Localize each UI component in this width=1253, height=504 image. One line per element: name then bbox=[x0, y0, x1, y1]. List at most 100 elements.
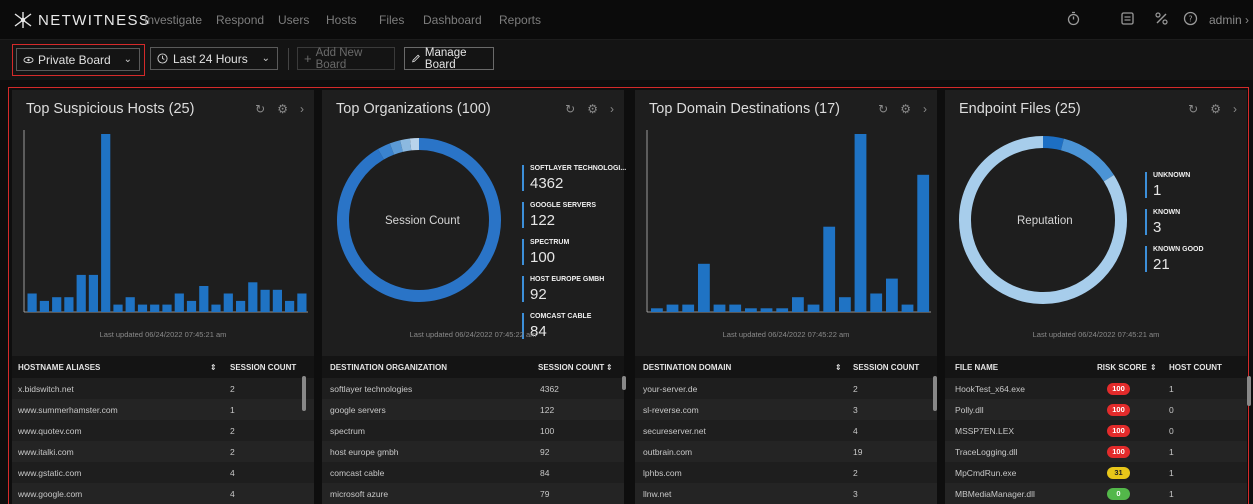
table-cell: 1 bbox=[1169, 384, 1174, 394]
risk-score-badge: 31 bbox=[1107, 467, 1130, 479]
table-row[interactable]: HookTest_x64.exe 100 1 bbox=[945, 378, 1247, 399]
legend-value: 92 bbox=[530, 286, 547, 303]
timer-icon[interactable] bbox=[1066, 11, 1081, 29]
bar bbox=[729, 304, 742, 312]
table-cell: lphbs.com bbox=[643, 468, 682, 478]
manage-board-button[interactable]: Manage Board bbox=[404, 47, 494, 71]
svg-text:?: ? bbox=[1188, 15, 1192, 24]
bar bbox=[776, 308, 789, 312]
bar bbox=[745, 308, 757, 312]
sort-icon[interactable]: ⇕ bbox=[835, 363, 842, 372]
table-row[interactable]: MBMediaManager.dll 0 1 bbox=[945, 483, 1247, 504]
bar bbox=[137, 304, 148, 312]
table-row[interactable]: sl-reverse.com 3 bbox=[635, 399, 937, 420]
bar bbox=[839, 297, 851, 312]
table-cell: 3 bbox=[853, 405, 858, 415]
dashboard-toolbar: Private Board ⌄ Last 24 Hours ⌄ + Add Ne… bbox=[0, 40, 1253, 80]
dashlet-top-domain-destinations: Top Domain Destinations (17) ↻ ⚙ › Last … bbox=[635, 90, 937, 504]
scrollbar[interactable] bbox=[933, 376, 937, 411]
table-row[interactable]: secureserver.net 4 bbox=[635, 420, 937, 441]
bar bbox=[236, 300, 246, 312]
scrollbar[interactable] bbox=[302, 376, 306, 411]
table-row[interactable]: Polly.dll 100 0 bbox=[945, 399, 1247, 420]
table-row[interactable]: www.gstatic.com 4 bbox=[12, 462, 314, 483]
table-row[interactable]: www.italki.com 2 bbox=[12, 441, 314, 462]
table-row[interactable]: llnw.net 3 bbox=[635, 483, 937, 504]
netwitness-logo[interactable]: NETWITNESS bbox=[12, 10, 150, 30]
legend-swatch bbox=[522, 239, 524, 265]
column-hostname[interactable]: HOSTNAME ALIASES bbox=[18, 363, 100, 372]
nav-investigate[interactable]: Investigate bbox=[144, 13, 202, 27]
table-cell: 2 bbox=[230, 426, 235, 436]
column-session-count[interactable]: SESSION COUNT bbox=[230, 363, 296, 372]
help-icon[interactable]: ? bbox=[1183, 11, 1198, 29]
time-range-select[interactable]: Last 24 Hours ⌄ bbox=[150, 47, 278, 70]
sort-icon[interactable]: ⇕ bbox=[606, 363, 613, 372]
column-host-count[interactable]: HOST COUNT bbox=[1169, 363, 1222, 372]
nav-reports[interactable]: Reports bbox=[499, 13, 541, 27]
table-cell: softlayer technologies bbox=[330, 384, 413, 394]
scrollbar[interactable] bbox=[1247, 376, 1251, 406]
table-row[interactable]: spectrum 100 bbox=[322, 420, 624, 441]
dashlet-top-suspicious-hosts: Top Suspicious Hosts (25) ↻ ⚙ › Last upd… bbox=[12, 90, 314, 504]
table-row[interactable]: outbrain.com 19 bbox=[635, 441, 937, 462]
nav-hosts[interactable]: Hosts bbox=[326, 13, 357, 27]
sort-icon[interactable]: ⇕ bbox=[210, 363, 217, 372]
table-row[interactable]: microsoft azure 79 bbox=[322, 483, 624, 504]
domains-bar-chart bbox=[646, 130, 931, 313]
table-row[interactable]: google servers 122 bbox=[322, 399, 624, 420]
table-cell: MSSP7EN.LEX bbox=[955, 426, 1015, 436]
nav-users[interactable]: Users bbox=[278, 13, 309, 27]
column-destination-domain[interactable]: DESTINATION DOMAIN bbox=[643, 363, 731, 372]
table-row[interactable]: www.google.com 4 bbox=[12, 483, 314, 504]
legend-label: SPECTRUM bbox=[530, 239, 570, 246]
legend-value: 4362 bbox=[530, 175, 564, 192]
donut-slice bbox=[400, 138, 412, 152]
table-row[interactable]: host europe gmbh 92 bbox=[322, 441, 624, 462]
table-row[interactable]: your-server.de 2 bbox=[635, 378, 937, 399]
table-row[interactable]: x.bidswitch.net 2 bbox=[12, 378, 314, 399]
bar bbox=[223, 293, 233, 312]
table-cell: 2 bbox=[853, 468, 858, 478]
chevron-down-icon: ⌄ bbox=[123, 54, 132, 65]
bar bbox=[174, 293, 184, 312]
bar bbox=[27, 293, 37, 312]
scrollbar[interactable] bbox=[622, 376, 626, 390]
table-cell: www.summerhamster.com bbox=[18, 405, 118, 415]
legend-label: SOFTLAYER TECHNOLOGI... bbox=[530, 165, 627, 172]
table-row[interactable]: softlayer technologies 4362 bbox=[322, 378, 624, 399]
table-cell: 84 bbox=[540, 468, 550, 478]
table-row[interactable]: lphbs.com 2 bbox=[635, 462, 937, 483]
table-row[interactable]: MpCmdRun.exe 31 1 bbox=[945, 462, 1247, 483]
column-file-name[interactable]: FILE NAME bbox=[955, 363, 998, 372]
column-risk-score[interactable]: RISK SCORE bbox=[1097, 363, 1147, 372]
table-cell: 1 bbox=[1169, 489, 1174, 499]
add-board-button[interactable]: + Add New Board bbox=[297, 47, 395, 71]
user-menu[interactable]: admin › bbox=[1209, 13, 1249, 27]
column-session-count[interactable]: SESSION COUNT bbox=[538, 363, 604, 372]
board-select[interactable]: Private Board ⌄ bbox=[16, 48, 140, 71]
table-row[interactable]: www.summerhamster.com 1 bbox=[12, 399, 314, 420]
last-updated: Last updated 06/24/2022 07:45:21 am bbox=[1032, 330, 1160, 339]
column-session-count[interactable]: SESSION COUNT bbox=[853, 363, 919, 372]
table-cell: 1 bbox=[1169, 468, 1174, 478]
preferences-icon[interactable] bbox=[1120, 11, 1135, 29]
sort-icon[interactable]: ⇕ bbox=[1150, 363, 1157, 372]
table-row[interactable]: comcast cable 84 bbox=[322, 462, 624, 483]
nav-dashboard[interactable]: Dashboard bbox=[423, 13, 482, 27]
table-row[interactable]: MSSP7EN.LEX 100 0 bbox=[945, 420, 1247, 441]
legend-swatch bbox=[1145, 246, 1147, 272]
legend-value: 21 bbox=[1153, 256, 1170, 273]
table-cell: 2 bbox=[230, 384, 235, 394]
bar bbox=[917, 174, 930, 312]
user-name: admin bbox=[1209, 13, 1242, 27]
table-cell: MpCmdRun.exe bbox=[955, 468, 1017, 478]
tools-icon[interactable] bbox=[1154, 11, 1169, 29]
column-destination-organization[interactable]: DESTINATION ORGANIZATION bbox=[330, 363, 447, 372]
nav-files[interactable]: Files bbox=[379, 13, 404, 27]
nav-respond[interactable]: Respond bbox=[216, 13, 264, 27]
table-row[interactable]: www.quotev.com 2 bbox=[12, 420, 314, 441]
table-row[interactable]: TraceLogging.dll 100 1 bbox=[945, 441, 1247, 462]
table-cell: 1 bbox=[1169, 447, 1174, 457]
bar bbox=[125, 297, 135, 312]
